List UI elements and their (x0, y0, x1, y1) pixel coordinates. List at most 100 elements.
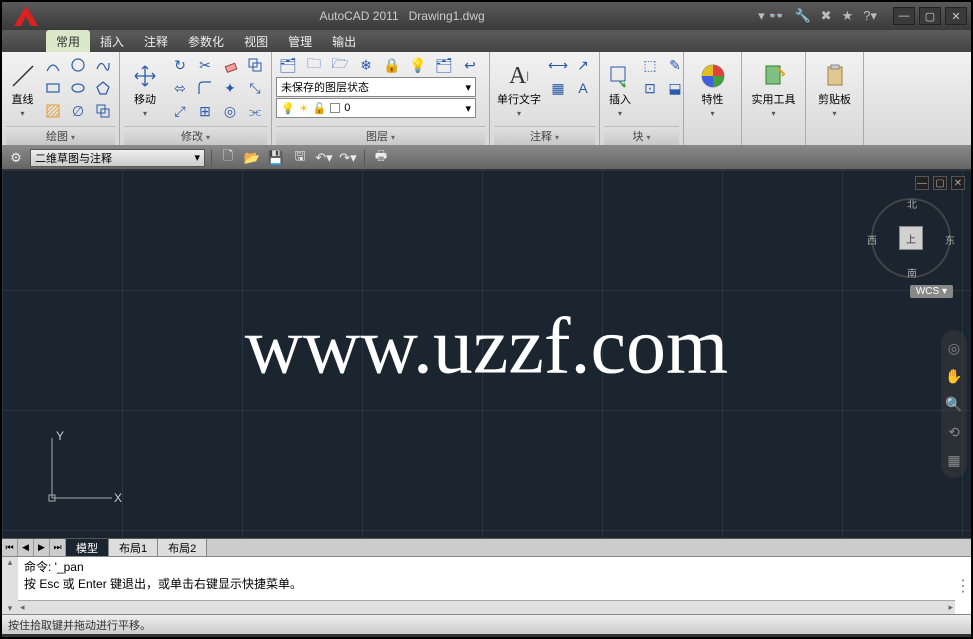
exchange-icon[interactable]: ✖ (821, 8, 832, 24)
text-button[interactable]: A| 单行文字 (494, 54, 544, 124)
save-icon[interactable]: 💾 (266, 149, 286, 167)
undo-icon[interactable]: ↶▾ (314, 149, 334, 167)
create-block-icon[interactable]: ⬚ (638, 54, 662, 76)
panel-label-modify[interactable]: 修改 (124, 126, 267, 145)
favorite-icon[interactable]: ★ (842, 8, 854, 24)
tab-view[interactable]: 视图 (234, 30, 278, 52)
cmd-scroll-h[interactable]: ◂▸ (18, 600, 955, 614)
panel-label-block[interactable]: 块 (604, 126, 679, 145)
tab-annotate[interactable]: 注释 (134, 30, 178, 52)
fillet-icon[interactable] (193, 77, 217, 99)
layer-match-icon[interactable]: 🗂 (432, 54, 456, 76)
open-icon[interactable]: 📂 (242, 149, 262, 167)
erase-icon[interactable] (218, 54, 242, 76)
mtext-icon[interactable]: A (571, 77, 595, 99)
line-button[interactable]: 直线 (6, 54, 39, 124)
trim-icon[interactable]: ✂ (193, 54, 217, 76)
layer-properties-icon[interactable]: 🗂 (276, 54, 300, 76)
clipboard-button[interactable]: 剪贴板 (810, 54, 859, 124)
panel-label-annotation[interactable]: 注释 (494, 126, 595, 145)
join-icon[interactable]: ⫘ (243, 100, 267, 122)
orbit-icon[interactable]: ⟲ (944, 422, 964, 442)
ribbon: 直线 ∅ 绘图 移动 (2, 52, 971, 146)
insert-button[interactable]: 插入 (604, 54, 636, 124)
tab-prev-icon[interactable]: ◀ (18, 539, 34, 556)
copy-icon[interactable] (243, 54, 267, 76)
steering-wheel-icon[interactable]: ◎ (944, 338, 964, 358)
layer-prev-icon[interactable]: ↩ (458, 54, 482, 76)
sheet-tab-layout1[interactable]: 布局1 (109, 539, 158, 556)
explode-icon[interactable]: ✦ (218, 77, 242, 99)
tab-output[interactable]: 输出 (322, 30, 366, 52)
panel-label-layer[interactable]: 图层 (276, 126, 485, 145)
layer-lock-icon[interactable]: 🔒 (380, 54, 404, 76)
viewcube[interactable]: 上 北 东 南 西 (871, 198, 951, 278)
close-button[interactable]: ✕ (945, 7, 967, 25)
hatch-icon[interactable] (41, 100, 65, 122)
layer-iso-icon[interactable]: 🗁 (328, 54, 352, 76)
dimension-icon[interactable]: ⟷ (546, 54, 570, 76)
viewport-minimize-icon[interactable]: — (915, 176, 929, 190)
tab-next-icon[interactable]: ▶ (34, 539, 50, 556)
showmotion-icon[interactable]: ▦ (944, 450, 964, 470)
layer-current-combo[interactable]: 💡☀🔓0▾ (276, 98, 476, 118)
new-icon[interactable]: 🗋 (218, 149, 238, 167)
wcs-badge[interactable]: WCS ▾ (910, 285, 953, 298)
zoom-icon[interactable]: 🔍 (944, 394, 964, 414)
utilities-button[interactable]: 实用工具 (746, 54, 801, 124)
arc-icon[interactable] (41, 54, 65, 76)
move-button[interactable]: 移动 (124, 54, 166, 124)
viewport-close-icon[interactable]: ✕ (951, 176, 965, 190)
sheet-tab-layout2[interactable]: 布局2 (158, 539, 207, 556)
key-icon[interactable]: 🔧 (794, 8, 810, 24)
layer-off-icon[interactable]: 💡 (406, 54, 430, 76)
minimize-button[interactable]: — (893, 7, 915, 25)
stretch-icon[interactable]: ⤡ (243, 77, 267, 99)
point-icon[interactable]: ∅ (66, 100, 90, 122)
binoculars-icon[interactable]: ▾ 👓 (758, 8, 784, 24)
redo-icon[interactable]: ↷▾ (338, 149, 358, 167)
properties-button[interactable]: 特性 (688, 54, 737, 124)
workspace-combo[interactable]: 二维草图与注释▾ (30, 149, 205, 167)
circle-icon[interactable] (66, 54, 90, 76)
offset-icon[interactable]: ◎ (218, 100, 242, 122)
leader-icon[interactable]: ↗ (571, 54, 595, 76)
gear-icon[interactable]: ⚙ (6, 149, 26, 167)
rotate-icon[interactable]: ↻ (168, 54, 192, 76)
tab-parametric[interactable]: 参数化 (178, 30, 234, 52)
print-icon[interactable]: 🖶 (371, 149, 391, 167)
tab-home[interactable]: 常用 (46, 30, 90, 52)
viewport-maximize-icon[interactable]: ▢ (933, 176, 947, 190)
mirror-icon[interactable]: ⬄ (168, 77, 192, 99)
ellipse-icon[interactable] (66, 77, 90, 99)
region-icon[interactable] (91, 100, 115, 122)
layer-state-combo[interactable]: 未保存的图层状态▾ (276, 77, 476, 97)
tab-last-icon[interactable]: ⏭ (50, 539, 66, 556)
command-line[interactable]: ▴▾ 命令: '_pan 按 Esc 或 Enter 键退出，或单击右键显示快捷… (2, 556, 971, 614)
layer-states-icon[interactable]: 🗀 (302, 54, 326, 76)
layer-freeze-icon[interactable]: ❄ (354, 54, 378, 76)
polygon-icon[interactable] (91, 77, 115, 99)
maximize-button[interactable]: ▢ (919, 7, 941, 25)
rectangle-icon[interactable] (41, 77, 65, 99)
panel-utilities: 实用工具 . (742, 52, 806, 145)
tab-insert[interactable]: 插入 (90, 30, 134, 52)
scale-icon[interactable]: ⤢ (168, 100, 192, 122)
spline-icon[interactable] (91, 54, 115, 76)
panel-clipboard: 剪贴板 . (806, 52, 864, 145)
cmd-scroll-v[interactable]: ▴▾ (2, 557, 18, 614)
infocenter: ▾ 👓 🔧 ✖ ★ ?▾ (758, 8, 885, 24)
table-icon[interactable]: ▦ (546, 77, 570, 99)
app-menu-button[interactable] (6, 2, 46, 30)
pan-icon[interactable]: ✋ (944, 366, 964, 386)
saveas-icon[interactable]: 🖫 (290, 149, 310, 167)
array-icon[interactable]: ⊞ (193, 100, 217, 122)
panel-label-draw[interactable]: 绘图 (6, 126, 115, 145)
sheet-tab-model[interactable]: 模型 (66, 539, 109, 556)
drawing-canvas[interactable]: www.uzzf.com — ▢ ✕ 上 北 东 南 西 WCS ▾ ◎ ✋ 🔍… (2, 170, 971, 538)
tab-manage[interactable]: 管理 (278, 30, 322, 52)
attr-icon[interactable]: ⊡ (638, 77, 662, 99)
tab-first-icon[interactable]: ⏮ (2, 539, 18, 556)
cmd-grip-icon[interactable]: ⋮ (955, 557, 971, 614)
help-icon[interactable]: ?▾ (863, 8, 877, 24)
